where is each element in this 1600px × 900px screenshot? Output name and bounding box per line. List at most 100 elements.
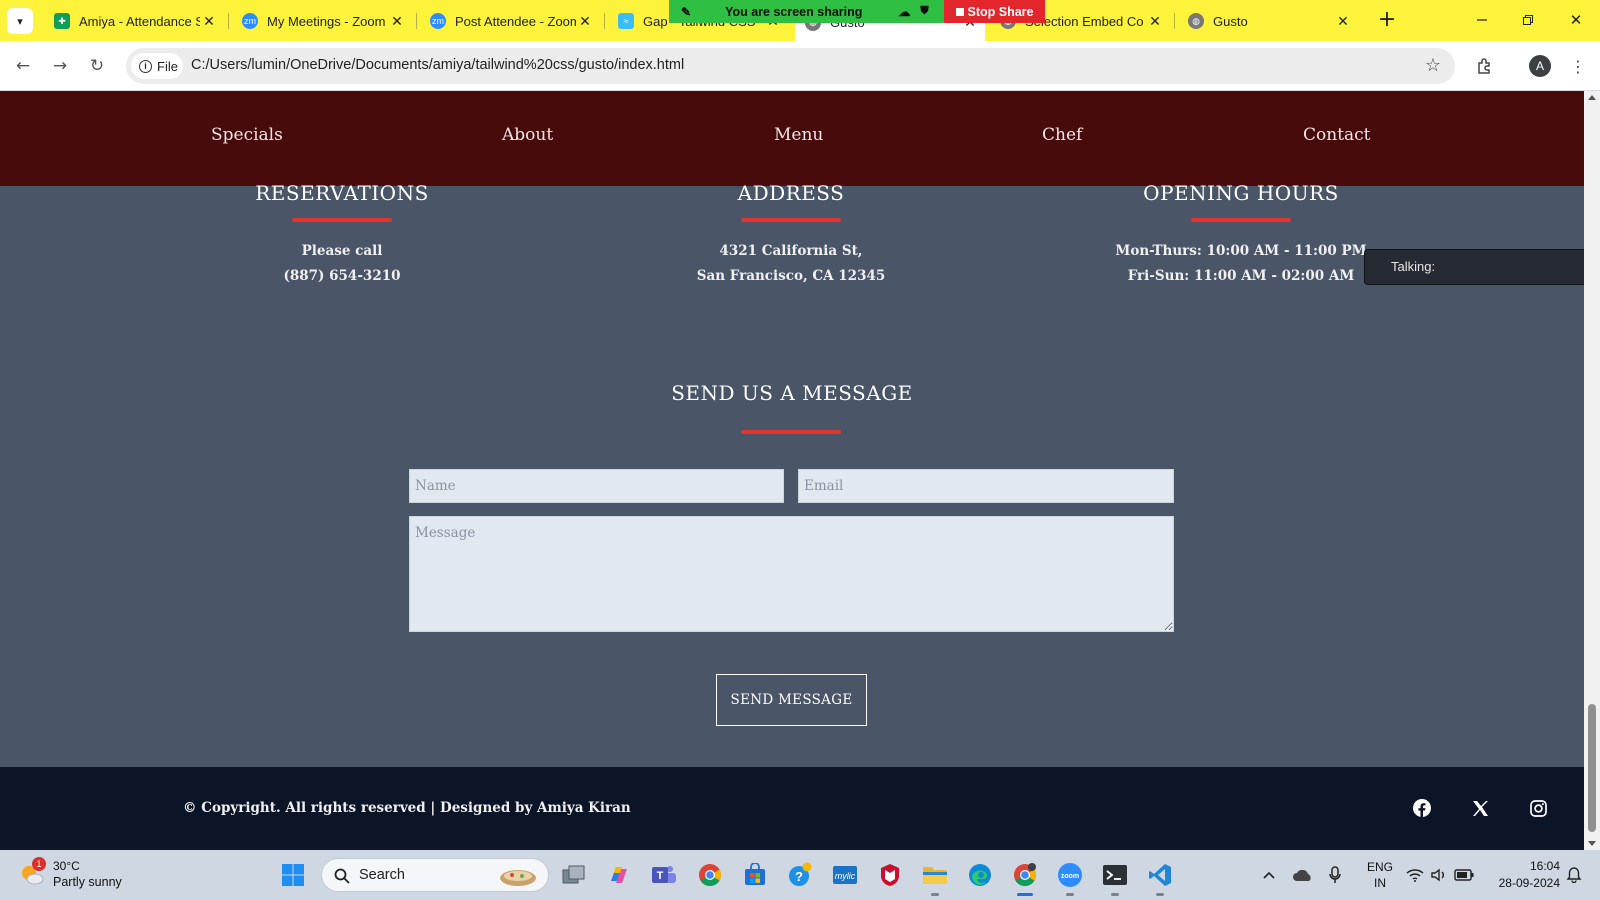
copyright-text: © Copyright. All rights reserved | Desig… (183, 800, 631, 816)
close-window-icon[interactable]: ✕ (1556, 6, 1596, 34)
zoom-icon: zm (242, 13, 258, 29)
taskbar-search[interactable]: Search (321, 858, 549, 892)
teams-icon[interactable]: T (649, 860, 679, 890)
system-clock[interactable]: 16:04 28-09-2024 (1488, 858, 1560, 892)
url-scheme-label: File (157, 58, 178, 74)
microphone-icon[interactable] (1329, 850, 1341, 900)
profile-avatar[interactable]: A (1529, 55, 1551, 77)
browser-tab[interactable]: ✚ Amiya - Attendance S ✕ (44, 6, 224, 36)
tab-title: My Meetings - Zoom (267, 13, 386, 29)
nav-link-chef[interactable]: Chef (1042, 125, 1082, 145)
info-icon: i (139, 59, 152, 73)
chrome-icon[interactable] (695, 860, 725, 890)
close-tab-icon[interactable]: ✕ (1334, 13, 1352, 30)
back-icon[interactable]: ← (10, 53, 36, 79)
restore-icon[interactable] (1508, 6, 1548, 34)
running-indicator (1066, 893, 1074, 896)
running-indicator (1111, 893, 1119, 896)
tab-separator (604, 13, 605, 29)
weather-badge: 1 (32, 857, 46, 871)
nav-link-about[interactable]: About (502, 125, 553, 145)
facebook-icon[interactable] (1411, 797, 1433, 819)
file-explorer-icon[interactable] (920, 860, 950, 896)
message-field[interactable] (409, 516, 1174, 632)
hours-weekend: Fri-Sun: 11:00 AM - 02:00 AM (1127, 268, 1355, 284)
language-indicator[interactable]: ENG IN (1362, 850, 1398, 900)
more-menu-icon[interactable]: ⋮ (1565, 53, 1591, 79)
nav-link-menu[interactable]: Menu (774, 125, 823, 145)
shield-icon[interactable]: ⛊ (920, 5, 928, 18)
task-view-icon[interactable] (559, 860, 589, 890)
tab-search-button[interactable]: ▾ (7, 8, 33, 34)
search-icon (334, 868, 350, 884)
heading-underline (292, 218, 392, 222)
opening-hours-heading: OPENING HOURS (1143, 181, 1339, 205)
tab-title: Post Attendee - Zoom (455, 13, 576, 29)
windows-start-icon[interactable] (278, 860, 308, 890)
send-message-button[interactable]: SEND MESSAGE (716, 674, 867, 726)
page-scrollbar[interactable] (1584, 91, 1600, 850)
chevron-up-icon (1263, 871, 1275, 879)
vscode-icon[interactable] (1145, 860, 1175, 896)
email-field[interactable] (798, 469, 1174, 503)
close-tab-icon[interactable]: ✕ (1146, 13, 1164, 30)
terminal-icon[interactable] (1100, 860, 1130, 896)
mylic-app-icon[interactable]: mylic (830, 860, 860, 890)
volume-icon[interactable] (1431, 850, 1447, 900)
reload-icon[interactable]: ↻ (84, 53, 110, 79)
copilot-icon[interactable] (604, 860, 634, 890)
cloud-icon[interactable]: ☁ (898, 5, 910, 19)
close-tab-icon[interactable]: ✕ (200, 13, 218, 30)
chrome-profile-icon[interactable] (1010, 860, 1040, 896)
svg-text:zoom: zoom (1061, 873, 1079, 880)
nav-link-contact[interactable]: Contact (1303, 125, 1371, 145)
mcafee-icon[interactable] (875, 860, 905, 890)
instagram-icon[interactable] (1527, 797, 1549, 819)
svg-text:T: T (657, 870, 664, 882)
address-bar[interactable]: i File C:/Users/lumin/OneDrive/Documents… (126, 48, 1455, 84)
close-tab-icon[interactable]: ✕ (388, 13, 406, 30)
scroll-down-arrow-icon[interactable] (1588, 841, 1596, 846)
new-tab-icon[interactable]: + (1374, 8, 1400, 34)
site-info-chip[interactable]: i File (131, 53, 183, 79)
sheets-icon: ✚ (54, 13, 70, 29)
help-app-icon[interactable]: ? (785, 860, 815, 890)
globe-icon: ◍ (1188, 13, 1204, 29)
region-code: IN (1374, 876, 1386, 890)
microsoft-store-icon[interactable] (740, 860, 770, 890)
address-heading: ADDRESS (737, 181, 845, 205)
notification-bell-icon[interactable] (1566, 850, 1582, 900)
windows-taskbar: 1 30°C Partly sunny Search T ? mylic zoo… (0, 850, 1600, 900)
screen-share-label: You are screen sharing (725, 4, 863, 19)
show-hidden-icons[interactable] (1262, 850, 1276, 900)
contact-title: SEND US A MESSAGE (671, 381, 913, 405)
scroll-up-arrow-icon[interactable] (1588, 95, 1596, 100)
clock-date: 28-09-2024 (1498, 876, 1560, 890)
heading-underline (1191, 218, 1291, 222)
bookmark-star-icon[interactable]: ☆ (1425, 55, 1441, 76)
onedrive-icon[interactable] (1292, 850, 1314, 900)
browser-tab[interactable]: zm My Meetings - Zoom ✕ (232, 6, 412, 36)
scrollbar-thumb[interactable] (1588, 704, 1596, 832)
tab-separator (228, 13, 229, 29)
reservations-block: RESERVATIONS Please call (887) 654-3210 (192, 181, 492, 289)
forward-icon[interactable]: → (47, 53, 73, 79)
minimize-icon[interactable] (1462, 6, 1502, 34)
wifi-icon[interactable] (1406, 850, 1424, 900)
close-tab-icon[interactable]: ✕ (576, 13, 594, 30)
edge-icon[interactable] (965, 860, 995, 890)
site-navbar: Specials About Menu Chef Contact (0, 91, 1584, 186)
browser-tab[interactable]: zm Post Attendee - Zoom ✕ (420, 6, 600, 36)
svg-text:?: ? (795, 869, 803, 884)
browser-tab[interactable]: ◍ Gusto ✕ (1178, 6, 1358, 36)
name-field[interactable] (409, 469, 784, 503)
battery-icon[interactable] (1454, 850, 1474, 900)
zoom-app-icon[interactable]: zoom (1055, 860, 1085, 896)
nav-link-specials[interactable]: Specials (211, 125, 283, 145)
pencil-icon[interactable]: ✎ (681, 5, 691, 19)
extensions-icon[interactable] (1472, 53, 1498, 79)
stop-share-button[interactable]: Stop Share (944, 0, 1045, 23)
url-text[interactable]: C:/Users/lumin/OneDrive/Documents/amiya/… (191, 57, 684, 73)
x-icon[interactable] (1469, 797, 1491, 819)
weather-widget[interactable]: 1 30°C Partly sunny (20, 857, 140, 893)
